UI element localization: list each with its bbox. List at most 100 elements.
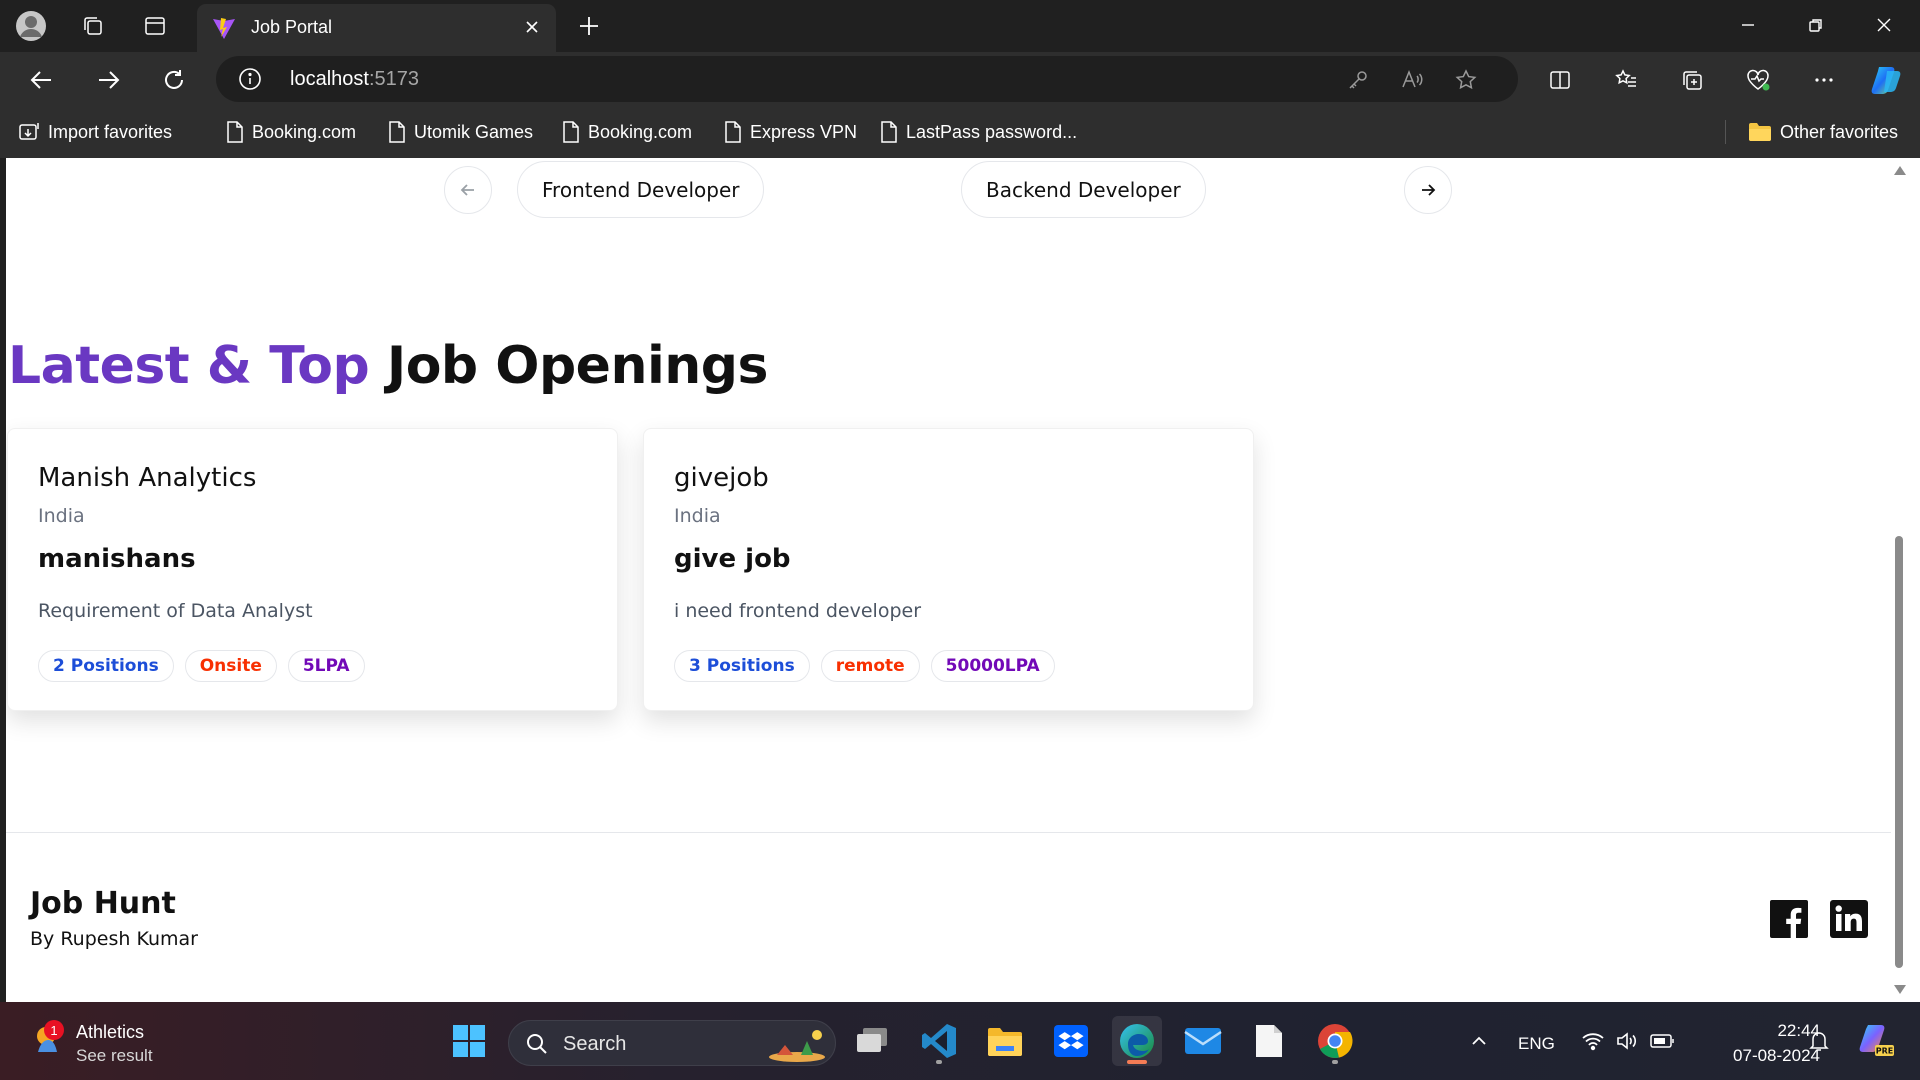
url-text[interactable]: localhost:5173 bbox=[290, 68, 419, 91]
heading-rest: Job Openings bbox=[386, 336, 769, 396]
language-indicator[interactable]: ENG bbox=[1518, 1034, 1555, 1054]
site-info-icon[interactable] bbox=[238, 67, 262, 91]
show-hidden-icons-chevron-up-icon[interactable] bbox=[1466, 1028, 1492, 1054]
carousel-prev-button[interactable] bbox=[444, 166, 492, 214]
chrome-browser-icon bbox=[1318, 1024, 1353, 1058]
file-explorer-icon bbox=[988, 1028, 1022, 1056]
carousel-next-button[interactable] bbox=[1404, 166, 1452, 214]
job-card[interactable]: Manish Analytics India manishans Require… bbox=[7, 428, 618, 711]
refresh-icon[interactable] bbox=[154, 60, 194, 100]
import-icon bbox=[19, 123, 39, 140]
facebook-icon[interactable] bbox=[1770, 900, 1808, 938]
bookmark-other-favorites[interactable]: Other favorites bbox=[1748, 118, 1898, 146]
job-type-badge: remote bbox=[820, 650, 920, 682]
close-tab-icon[interactable] bbox=[518, 13, 546, 41]
forward-arrow-icon[interactable] bbox=[88, 60, 128, 100]
split-screen-icon[interactable] bbox=[1540, 60, 1580, 100]
footer-subtitle: By Rupesh Kumar bbox=[30, 928, 198, 950]
taskbar-notepad[interactable] bbox=[1244, 1016, 1294, 1066]
taskbar-file-explorer[interactable] bbox=[980, 1016, 1030, 1066]
volume-icon[interactable] bbox=[1614, 1028, 1640, 1054]
task-view-icon bbox=[857, 1028, 887, 1052]
bookmarks-divider bbox=[1725, 120, 1726, 144]
bookmark-label: Booking.com bbox=[588, 121, 693, 142]
page-viewport: Frontend Developer Backend Developer Lat… bbox=[6, 158, 1891, 1002]
bookmark-label: Other favorites bbox=[1780, 121, 1899, 142]
clock-date: 07-08-2024 bbox=[1733, 1046, 1820, 1065]
browser-essentials-icon[interactable] bbox=[1738, 60, 1778, 100]
back-arrow-icon[interactable] bbox=[22, 60, 62, 100]
url-port: :5173 bbox=[368, 68, 419, 90]
bookmark-booking-1[interactable]: Booking.com bbox=[226, 118, 356, 146]
footer-divider bbox=[6, 832, 1891, 833]
page-icon bbox=[389, 121, 405, 143]
arrow-right-icon bbox=[1422, 184, 1436, 196]
taskbar-chrome[interactable] bbox=[1310, 1016, 1360, 1066]
taskbar-mail[interactable] bbox=[1178, 1016, 1228, 1066]
copilot-preview-icon[interactable]: PRE bbox=[1856, 1020, 1896, 1060]
active-tab[interactable]: Job Portal bbox=[197, 4, 556, 52]
page-icon bbox=[881, 121, 897, 143]
collections-icon[interactable] bbox=[1672, 60, 1712, 100]
favorites-list-icon[interactable] bbox=[1606, 60, 1646, 100]
windows-taskbar: 1 Athletics See result Search ENG 22:44 … bbox=[0, 1002, 1920, 1080]
page-icon bbox=[563, 121, 579, 143]
favorite-star-icon[interactable] bbox=[1452, 66, 1480, 94]
more-options-icon[interactable] bbox=[1804, 60, 1844, 100]
taskbar-search[interactable]: Search bbox=[508, 1020, 836, 1066]
folder-icon bbox=[1749, 123, 1771, 141]
category-chip-backend[interactable]: Backend Developer bbox=[961, 161, 1206, 218]
positions-badge: 3 Positions bbox=[674, 650, 810, 682]
start-button[interactable] bbox=[444, 1016, 494, 1066]
taskbar-vscode[interactable] bbox=[914, 1016, 964, 1066]
address-bar[interactable]: localhost:5173 bbox=[216, 56, 1518, 102]
salary-badge: 5LPA bbox=[287, 650, 365, 682]
wifi-icon[interactable] bbox=[1580, 1028, 1606, 1054]
dropbox-icon bbox=[1054, 1025, 1088, 1057]
close-window-icon[interactable] bbox=[1856, 5, 1912, 45]
running-indicator bbox=[1332, 1060, 1338, 1064]
running-indicator bbox=[936, 1060, 942, 1064]
notification-count-badge: 1 bbox=[44, 1020, 64, 1040]
bookmark-lastpass[interactable]: LastPass password... bbox=[880, 118, 1077, 146]
password-key-icon[interactable] bbox=[1344, 66, 1372, 94]
scrollbar-thumb[interactable] bbox=[1895, 536, 1903, 968]
tab-actions-icon[interactable] bbox=[138, 9, 172, 43]
restore-icon[interactable] bbox=[1788, 5, 1844, 45]
battery-icon[interactable] bbox=[1650, 1028, 1676, 1054]
weather-widget[interactable]: 1 Athletics See result bbox=[30, 1016, 230, 1066]
bookmark-label: LastPass password... bbox=[906, 121, 1078, 142]
salary-badge: 50000LPA bbox=[930, 650, 1055, 682]
heading-accent: Latest & Top bbox=[8, 336, 370, 396]
bookmark-label: Import favorites bbox=[48, 121, 173, 142]
read-aloud-icon[interactable] bbox=[1398, 66, 1426, 94]
workspaces-icon[interactable] bbox=[76, 9, 110, 43]
new-tab-icon[interactable] bbox=[572, 9, 606, 43]
minimize-icon[interactable] bbox=[1720, 5, 1776, 45]
scroll-up-arrow-icon[interactable] bbox=[1894, 166, 1906, 175]
category-chip-frontend[interactable]: Frontend Developer bbox=[517, 161, 765, 218]
job-description: Requirement of Data Analyst bbox=[38, 600, 313, 622]
taskbar-edge[interactable] bbox=[1112, 1016, 1162, 1066]
copilot-icon[interactable] bbox=[1866, 60, 1906, 100]
bookmark-utomik-games[interactable]: Utomik Games bbox=[388, 118, 533, 146]
bookmark-express-vpn[interactable]: Express VPN bbox=[724, 118, 857, 146]
page-scrollbar[interactable] bbox=[1891, 158, 1920, 1002]
job-title: give job bbox=[674, 544, 791, 574]
search-icon bbox=[527, 1034, 547, 1054]
task-view-button[interactable] bbox=[848, 1016, 898, 1066]
job-location: India bbox=[674, 505, 721, 527]
taskbar-dropbox[interactable] bbox=[1046, 1016, 1096, 1066]
job-card[interactable]: givejob India give job i need frontend d… bbox=[643, 428, 1254, 711]
browser-tab-bar: Job Portal bbox=[0, 0, 1920, 52]
system-clock[interactable]: 22:44 07-08-2024 bbox=[1690, 1018, 1820, 1068]
bookmark-booking-2[interactable]: Booking.com bbox=[562, 118, 692, 146]
positions-badge: 2 Positions bbox=[38, 650, 174, 682]
bookmark-import-favorites[interactable]: Import favorites bbox=[18, 118, 172, 146]
bookmark-label: Booking.com bbox=[252, 121, 357, 142]
profile-avatar-icon[interactable] bbox=[14, 9, 48, 43]
bookmark-label: Utomik Games bbox=[414, 121, 534, 142]
notification-center-icon[interactable] bbox=[1806, 1028, 1832, 1054]
linkedin-icon[interactable] bbox=[1830, 900, 1868, 938]
scroll-down-arrow-icon[interactable] bbox=[1894, 985, 1906, 994]
